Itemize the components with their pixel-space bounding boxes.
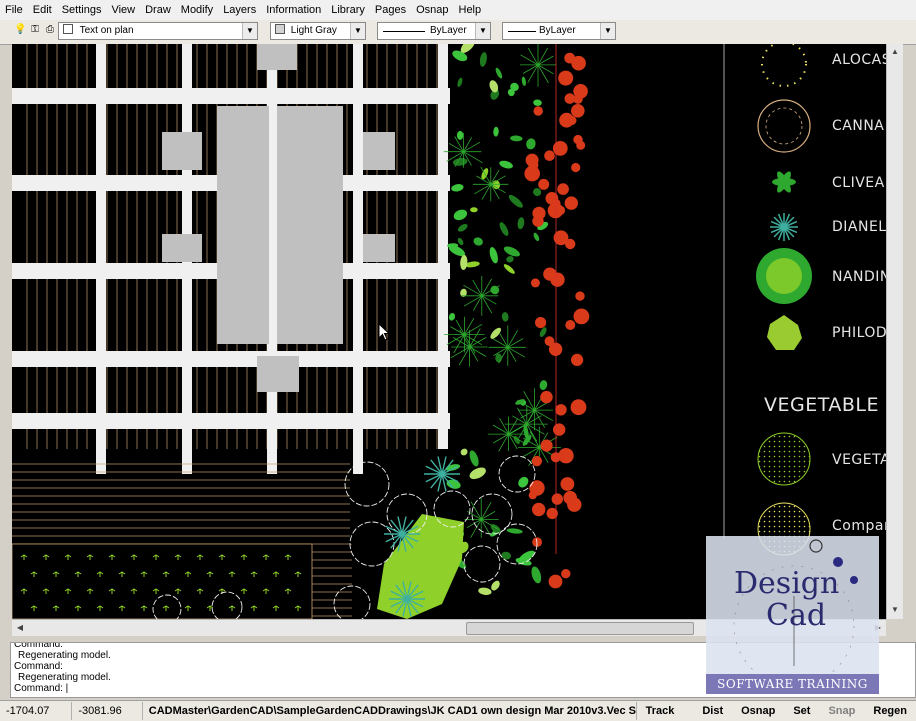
layer-name: Text on plan [79, 25, 134, 36]
legend-label-vegetable: VEGETA [832, 452, 886, 468]
layer-select[interactable]: Text on plan ▼ [58, 22, 258, 40]
garden-beds [12, 459, 352, 619]
logo-text-cad: Cad [766, 598, 827, 633]
scroll-left-icon[interactable]: ◀ [13, 621, 27, 635]
alocasia-symbol [761, 44, 807, 87]
legend-label-philodendron: PHILOD [832, 325, 886, 341]
linetype-name: ByLayer [430, 25, 467, 36]
status-bar: -1704.07 -3081.96 CADMaster\GardenCAD\Sa… [0, 700, 916, 721]
lineweight-select[interactable]: ByLayer ▼ [502, 22, 616, 40]
clivea-symbol [772, 171, 796, 193]
dianella-symbol [770, 213, 798, 241]
x-coordinate: -1704.07 [0, 702, 73, 720]
menu-modify[interactable]: Modify [176, 0, 218, 20]
y-coordinate: -3081.96 [72, 702, 143, 720]
set-button[interactable]: Set [784, 702, 819, 720]
menu-settings[interactable]: Settings [57, 0, 107, 20]
color-name: Light Gray [290, 25, 337, 36]
menu-osnap[interactable]: Osnap [411, 0, 453, 20]
menu-help[interactable]: Help [454, 0, 487, 20]
drawing-canvas[interactable]: ALOCAS CANNA CLIVEA DIANEL NANDIN PHILOD… [12, 44, 886, 619]
legend-symbols [756, 44, 812, 556]
legend-label-alocasia: ALOCAS [832, 52, 886, 68]
linetype-select[interactable]: ByLayer ▼ [377, 22, 491, 40]
menu-layers[interactable]: Layers [218, 0, 261, 20]
lineweight-name: ByLayer [539, 25, 576, 36]
file-path: CADMaster\GardenCAD\SampleGardenCADDrawi… [143, 702, 637, 720]
drawing-svg [12, 44, 812, 619]
osnap-button[interactable]: Osnap [732, 702, 784, 720]
legend-label-nandina: NANDIN [832, 269, 886, 285]
philodendron-symbol [767, 315, 802, 350]
legend-label-companion: Compan [832, 518, 886, 534]
track-button[interactable]: Track [637, 702, 684, 720]
chevron-down-icon[interactable]: ▼ [242, 23, 257, 39]
legend-label-canna: CANNA [832, 118, 885, 134]
menu-draw[interactable]: Draw [140, 0, 176, 20]
logo-band: SOFTWARE TRAINING [706, 674, 879, 694]
designcad-logo: Design Cad SOFTWARE TRAINING [706, 536, 879, 694]
lock-icon[interactable]: ⚿ [29, 24, 41, 36]
chevron-down-icon[interactable]: ▼ [600, 23, 615, 39]
menu-information[interactable]: Information [261, 0, 326, 20]
properties-toolbar: 💡 ⚿ ⎙ Text on plan ▼ Light Gray ▼ ByLaye… [0, 20, 916, 45]
printer-icon[interactable]: ⎙ [44, 24, 56, 36]
dist-button[interactable]: Dist [693, 702, 732, 720]
legend-label-dianella: DIANEL [832, 219, 886, 235]
vegetable-symbol [757, 432, 811, 486]
color-select[interactable]: Light Gray ▼ [270, 22, 366, 40]
paving-grid [12, 44, 450, 474]
legend-label-clivea: CLIVEA [832, 175, 885, 191]
menu-file[interactable]: File [0, 0, 28, 20]
linetype-sample [383, 31, 425, 32]
scroll-up-icon[interactable]: ▲ [888, 45, 902, 59]
logo-text-design: Design [734, 566, 840, 601]
layer-color-swatch [63, 24, 73, 34]
color-swatch [275, 24, 285, 34]
mouse-cursor-icon [378, 323, 390, 341]
snap-button[interactable]: Snap [819, 702, 864, 720]
chevron-down-icon[interactable]: ▼ [350, 23, 365, 39]
menu-library[interactable]: Library [326, 0, 370, 20]
horizontal-scroll-thumb[interactable] [466, 622, 694, 635]
regen-button[interactable]: Regen [864, 702, 916, 720]
lightbulb-icon[interactable]: 💡 [14, 24, 26, 36]
chevron-down-icon[interactable]: ▼ [475, 23, 490, 39]
scroll-down-icon[interactable]: ▼ [888, 603, 902, 617]
menu-bar: File Edit Settings View Draw Modify Laye… [0, 0, 916, 21]
menu-view[interactable]: View [106, 0, 140, 20]
menu-edit[interactable]: Edit [28, 0, 57, 20]
menu-pages[interactable]: Pages [370, 0, 411, 20]
vertical-scrollbar[interactable]: ▲ ▼ [886, 44, 903, 619]
legend-heading-vegetable: VEGETABLE [764, 394, 879, 416]
lineweight-sample [508, 31, 536, 32]
